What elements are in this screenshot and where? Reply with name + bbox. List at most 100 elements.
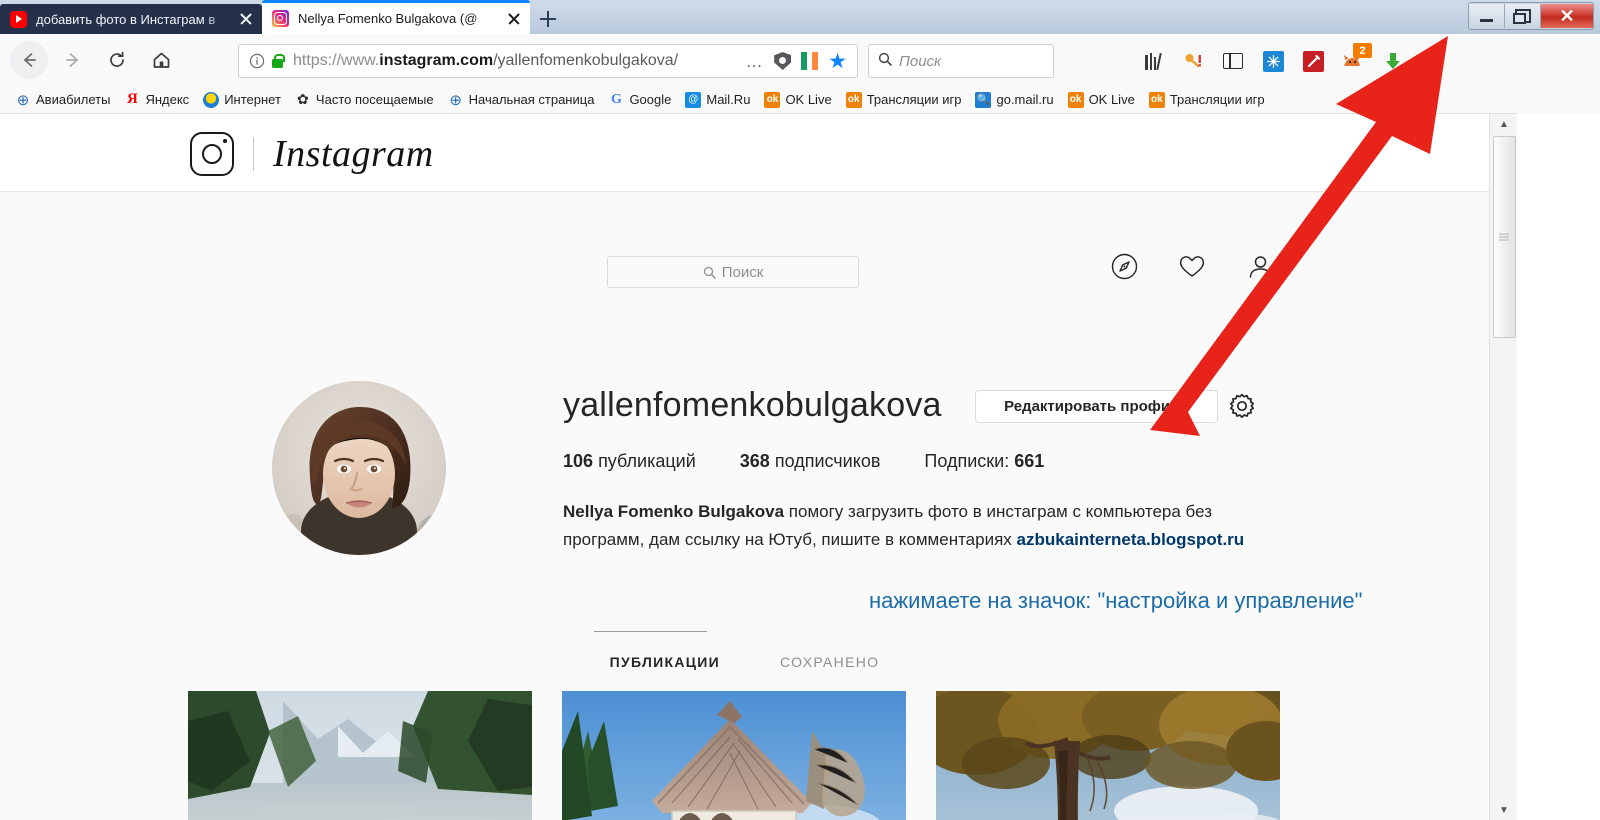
scrollbar-thumb[interactable]	[1493, 136, 1516, 338]
ie-icon	[203, 91, 220, 108]
page-actions-icon[interactable]: …	[746, 53, 765, 70]
bookmark-label: Mail.Ru	[706, 92, 751, 107]
bookmark-label: go.mail.ru	[996, 92, 1054, 107]
ok-icon: ok	[764, 91, 781, 108]
bookmark-mailru[interactable]: @ Mail.Ru	[678, 90, 757, 110]
download-arrow-icon[interactable]	[1380, 48, 1406, 74]
tab-title: добавить фото в Инстаграм в	[36, 11, 216, 27]
forward-button[interactable]	[54, 41, 92, 79]
scroll-up-arrow-icon[interactable]: ▲	[1490, 114, 1518, 134]
home-button[interactable]	[142, 41, 180, 79]
logo-divider	[253, 137, 254, 171]
magic-wand-icon[interactable]	[1300, 48, 1326, 74]
back-button[interactable]	[10, 41, 48, 79]
bio-fullname: Nellya Fomenko Bulgakova	[563, 502, 785, 521]
page-content: Instagram Поиск yallenfomenkobulgakova Р…	[0, 114, 1600, 820]
star-icon[interactable]: ★	[828, 51, 847, 72]
bookmark-google[interactable]: G Google	[601, 90, 678, 110]
profile-photo	[272, 381, 446, 555]
sidebar-icon[interactable]	[1220, 48, 1246, 74]
tab-title: Nellya Fomenko Bulgakova (@	[298, 11, 478, 26]
bookmark-label: OK Live	[785, 92, 832, 107]
edit-profile-button[interactable]: Редактировать профиль	[975, 390, 1218, 423]
post-thumbnail-1[interactable]	[188, 691, 532, 820]
page-scrollbar[interactable]: ▲ ▼	[1489, 114, 1518, 820]
stat-posts: 106 публикаций	[563, 451, 696, 471]
new-tab-button[interactable]	[530, 4, 566, 34]
post-thumbnail-3[interactable]	[936, 691, 1280, 820]
close-window-button[interactable]: ✕	[1541, 4, 1593, 28]
snowflake-icon[interactable]	[1260, 48, 1286, 74]
badge-count: 2	[1353, 43, 1372, 58]
instagram-header: Instagram	[0, 114, 1489, 192]
info-icon[interactable]	[247, 51, 267, 71]
browser-tab-instagram[interactable]: Nellya Fomenko Bulgakova (@	[262, 0, 530, 34]
avatar[interactable]	[272, 381, 446, 555]
toolbar-right-filler	[1517, 34, 1600, 114]
instagram-wordmark: Instagram	[273, 133, 434, 175]
compass-explore-icon[interactable]	[1110, 252, 1138, 280]
library-icon[interactable]	[1140, 48, 1166, 74]
instagram-camera-icon	[190, 132, 234, 176]
search-box-icon: 🔍	[975, 91, 992, 108]
bookmark-translyacii-1[interactable]: ok Трансляции игр	[839, 90, 969, 110]
scroll-down-arrow-icon[interactable]: ▼	[1490, 800, 1518, 820]
heart-activity-icon[interactable]	[1178, 252, 1206, 280]
instagram-nav-icons	[1110, 252, 1274, 280]
browser-search-box[interactable]: Поиск	[868, 44, 1054, 78]
bookmark-label: Интернет	[224, 92, 281, 107]
key-alert-icon[interactable]	[1180, 48, 1206, 74]
youtube-icon	[10, 10, 27, 28]
minimize-button[interactable]	[1469, 4, 1505, 28]
bio-line1: помогу загрузить фото в инстаграм с комп…	[784, 502, 1212, 521]
bookmark-gomailru[interactable]: 🔍 go.mail.ru	[968, 90, 1060, 110]
post-grid: ЛОСЬ РЕСТОРАН	[188, 691, 1280, 820]
tab-saved[interactable]: СОХРАНЕНО	[778, 650, 881, 674]
bookmark-label: Google	[629, 92, 672, 107]
bookmark-label: Авиабилеты	[36, 92, 111, 107]
profile-tabs: ПУБЛИКАЦИИ СОХРАНЕНО	[0, 650, 1489, 674]
scrollbar-grip	[1499, 232, 1509, 243]
reload-button[interactable]	[98, 41, 136, 79]
globe-icon: ⊕	[16, 91, 30, 109]
maximize-button[interactable]	[1505, 4, 1541, 28]
instagram-logo[interactable]: Instagram	[190, 132, 434, 176]
profile-bio: Nellya Fomenko Bulgakova помогу загрузит…	[563, 498, 1269, 553]
gear-icon[interactable]	[1228, 392, 1256, 420]
bookmark-aviabilety[interactable]: ⊕ Авиабилеты	[8, 90, 117, 110]
bookmark-yandex[interactable]: Я Яндекс	[117, 90, 196, 110]
person-profile-icon[interactable]	[1246, 252, 1274, 280]
bookmark-frequent[interactable]: ✿ Часто посещаемые	[288, 90, 441, 110]
bookmarks-bar: ⊕ Авиабилеты Я Яндекс Интернет ✿ Часто посе…	[0, 86, 1600, 114]
stat-following[interactable]: Подписки: 661	[924, 451, 1044, 472]
window-controls: ✕	[1468, 2, 1594, 30]
close-icon[interactable]	[504, 9, 524, 29]
bookmark-translyacii-2[interactable]: ok Трансляции игр	[1142, 90, 1272, 110]
bookmark-internet[interactable]: Интернет	[196, 90, 288, 110]
bookmark-ok-live-1[interactable]: ok OK Live	[757, 90, 838, 110]
bio-link[interactable]: azbukainterneta.blogspot.ru	[1017, 530, 1245, 549]
bookmark-ok-live-2[interactable]: ok OK Live	[1061, 90, 1142, 110]
bookmark-label: Трансляции игр	[866, 92, 962, 107]
bookmark-label: Трансляции игр	[1169, 92, 1265, 107]
shopping-cart-icon[interactable]	[1420, 48, 1446, 74]
post-thumbnail-2[interactable]: ЛОСЬ РЕСТОРАН	[562, 691, 906, 820]
globe-icon: ⊕	[449, 91, 462, 109]
tab-posts[interactable]: ПУБЛИКАЦИИ	[608, 650, 722, 674]
bookmark-label: Начальная страница	[468, 92, 595, 107]
tabs-top-divider	[594, 631, 707, 632]
bookmark-label: OK Live	[1088, 92, 1135, 107]
address-bar[interactable]: https://www.instagram.com/yallenfomenkob…	[238, 44, 858, 78]
instagram-search-input[interactable]: Поиск	[607, 256, 859, 288]
browser-tab-youtube[interactable]: добавить фото в Инстаграм в	[0, 4, 262, 34]
google-icon: G	[610, 91, 622, 107]
page-right-filler	[1517, 114, 1600, 820]
profile-username: yallenfomenkobulgakova	[563, 386, 942, 424]
stat-followers[interactable]: 368 подписчиков	[740, 451, 881, 472]
ireland-flag-icon[interactable]	[801, 52, 819, 70]
annotation-text: нажимаете на значок: "настройка и управл…	[869, 588, 1363, 613]
pocket-shield-icon[interactable]	[774, 52, 792, 70]
close-icon[interactable]	[236, 9, 256, 29]
bookmark-homepage[interactable]: ⊕ Начальная страница	[441, 90, 602, 110]
fox-extension-icon[interactable]: 2	[1340, 43, 1372, 74]
